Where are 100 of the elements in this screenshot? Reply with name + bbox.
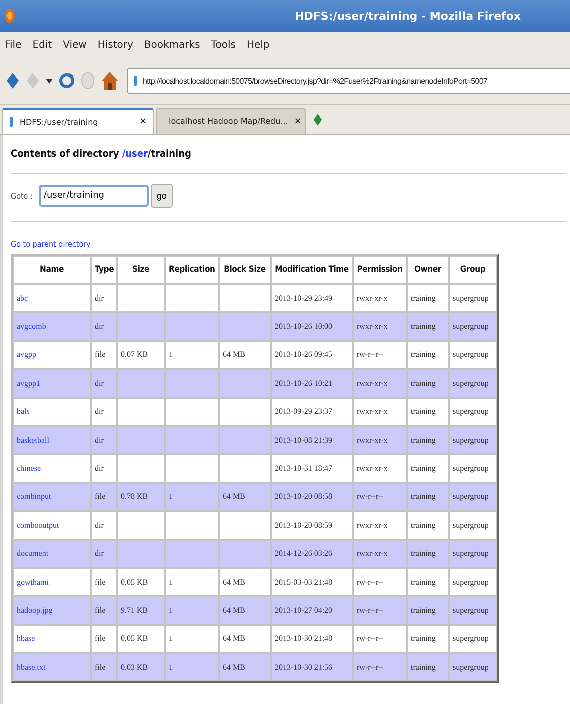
table-cell: 64 MB — [219, 568, 271, 596]
table-cell — [219, 511, 271, 540]
table-cell — [117, 511, 165, 540]
file-name-link[interactable]: hbase.txt — [13, 653, 91, 682]
table-cell: 0.78 KB — [117, 482, 165, 512]
file-name-link[interactable]: basketball — [13, 426, 91, 454]
table-cell: 2013-10-30 21:56 — [271, 653, 353, 682]
table-cell: dir — [91, 284, 117, 312]
table-cell: supergroup — [449, 454, 497, 483]
table-cell — [219, 284, 271, 312]
table-cell — [165, 284, 219, 312]
file-name-link[interactable]: avgpp — [13, 340, 91, 370]
table-cell: supergroup — [449, 482, 497, 512]
menu-item[interactable]: File — [4, 38, 23, 52]
go-button[interactable]: go — [150, 184, 173, 208]
file-name-link[interactable]: avgpp1 — [13, 369, 91, 398]
home-icon[interactable] — [101, 71, 119, 91]
table-cell: 64 MB — [219, 653, 271, 682]
file-name-link[interactable]: combinput — [13, 482, 91, 512]
table-cell — [219, 426, 271, 454]
table-cell: 2013-10-20 08:58 — [271, 482, 353, 512]
table-cell: 64 MB — [219, 340, 271, 370]
column-header: Name — [13, 256, 91, 284]
file-name-link[interactable]: avgcomb — [13, 312, 91, 341]
table-cell: 0.05 KB — [117, 624, 165, 654]
close-tab-icon[interactable]: × — [294, 116, 302, 126]
menu-item[interactable]: History — [96, 38, 134, 52]
table-cell: supergroup — [449, 624, 497, 654]
table-cell — [165, 454, 219, 483]
menu-item[interactable]: Edit — [32, 38, 54, 52]
reload-icon[interactable] — [59, 72, 75, 90]
table-cell: supergroup — [449, 398, 497, 426]
file-name-link[interactable]: abc — [13, 284, 91, 312]
table-cell: training — [407, 284, 449, 312]
table-cell — [219, 398, 271, 426]
menu-item[interactable]: Help — [246, 38, 271, 52]
table-cell: dir — [91, 454, 117, 483]
file-name-link[interactable]: hadoop.jpg — [13, 596, 91, 625]
table-cell: 2013-10-31 18:47 — [271, 454, 353, 483]
menu-item[interactable]: View — [62, 38, 88, 52]
table-cell: 64 MB — [219, 482, 271, 512]
goto-label: Goto : — [11, 192, 33, 200]
table-cell: supergroup — [449, 596, 497, 625]
path-link[interactable]: /user — [122, 149, 148, 160]
new-tab-icon[interactable] — [314, 114, 322, 126]
path-input-field[interactable]: /user/training — [38, 185, 149, 207]
dropdown-icon[interactable] — [46, 78, 53, 84]
table-cell: 2013-10-20 08:59 — [271, 511, 353, 540]
table-cell: 2014-12-26 03:26 — [271, 540, 353, 568]
table-cell: supergroup — [449, 426, 497, 454]
close-tab-icon[interactable]: × — [139, 117, 147, 127]
parent-directory-link[interactable]: Go to parent directory — [11, 240, 91, 249]
table-cell: training — [407, 624, 449, 654]
column-header: Modification Time — [271, 256, 353, 284]
table-cell: 2013-10-26 10:00 — [271, 312, 353, 341]
table-cell: 2013-10-26 10:21 — [271, 369, 353, 398]
back-icon[interactable] — [6, 72, 20, 90]
file-name-link[interactable]: combooutput — [13, 511, 91, 540]
file-name-link[interactable]: bals — [13, 398, 91, 426]
file-name-link[interactable]: document — [13, 540, 91, 568]
table-cell: 1 — [165, 482, 219, 512]
table-cell — [117, 284, 165, 312]
table-cell: training — [407, 426, 449, 454]
table-cell: 1 — [165, 653, 219, 682]
table-cell: file — [91, 340, 117, 370]
table-cell: rwxr-xr-x — [353, 312, 407, 341]
table-cell: 64 MB — [219, 624, 271, 654]
file-name-link[interactable]: gowthami — [13, 568, 91, 596]
table-cell: 0.05 KB — [117, 568, 165, 596]
table-cell: dir — [91, 511, 117, 540]
table-cell: file — [91, 653, 117, 682]
table-cell — [165, 369, 219, 398]
table-cell: rw-r--r-- — [353, 568, 407, 596]
table-cell: supergroup — [449, 540, 497, 568]
table-cell: training — [407, 653, 449, 682]
browser-tab[interactable]: HDFS:/user/training × — [2, 108, 154, 134]
table-cell: 2013-10-26 09:45 — [271, 340, 353, 370]
table-cell: dir — [91, 398, 117, 426]
table-cell: 2013-10-29 23:49 — [271, 284, 353, 312]
table-cell: supergroup — [449, 511, 497, 540]
table-cell: rw-r--r-- — [353, 624, 407, 654]
table-cell: 0.07 KB — [117, 340, 165, 370]
table-cell: training — [407, 340, 449, 370]
table-cell — [165, 312, 219, 341]
table-cell — [165, 540, 219, 568]
table-cell: 1 — [165, 340, 219, 370]
table-cell: rw-r--r-- — [353, 653, 407, 682]
table-cell: training — [407, 596, 449, 625]
table-cell: training — [407, 482, 449, 512]
table-cell: rw-r--r-- — [353, 340, 407, 370]
table-cell: supergroup — [449, 369, 497, 398]
column-header: Size — [117, 256, 165, 284]
menu-item[interactable]: Bookmarks — [143, 38, 202, 52]
table-cell: training — [407, 568, 449, 596]
file-name-link[interactable]: chinese — [13, 454, 91, 483]
browser-tab[interactable]: localhost Hadoop Map/Redu... × — [156, 108, 306, 134]
menu-item[interactable]: Tools — [210, 38, 237, 52]
column-header: Block Size — [219, 256, 271, 284]
file-name-link[interactable]: hbase — [13, 624, 91, 654]
address-bar[interactable]: http://localhost.localdomain:50075/browseDirectory.jsp?dir=%2Fuser%2Ftraining&namenodeInfoPort=5007 — [127, 68, 570, 94]
